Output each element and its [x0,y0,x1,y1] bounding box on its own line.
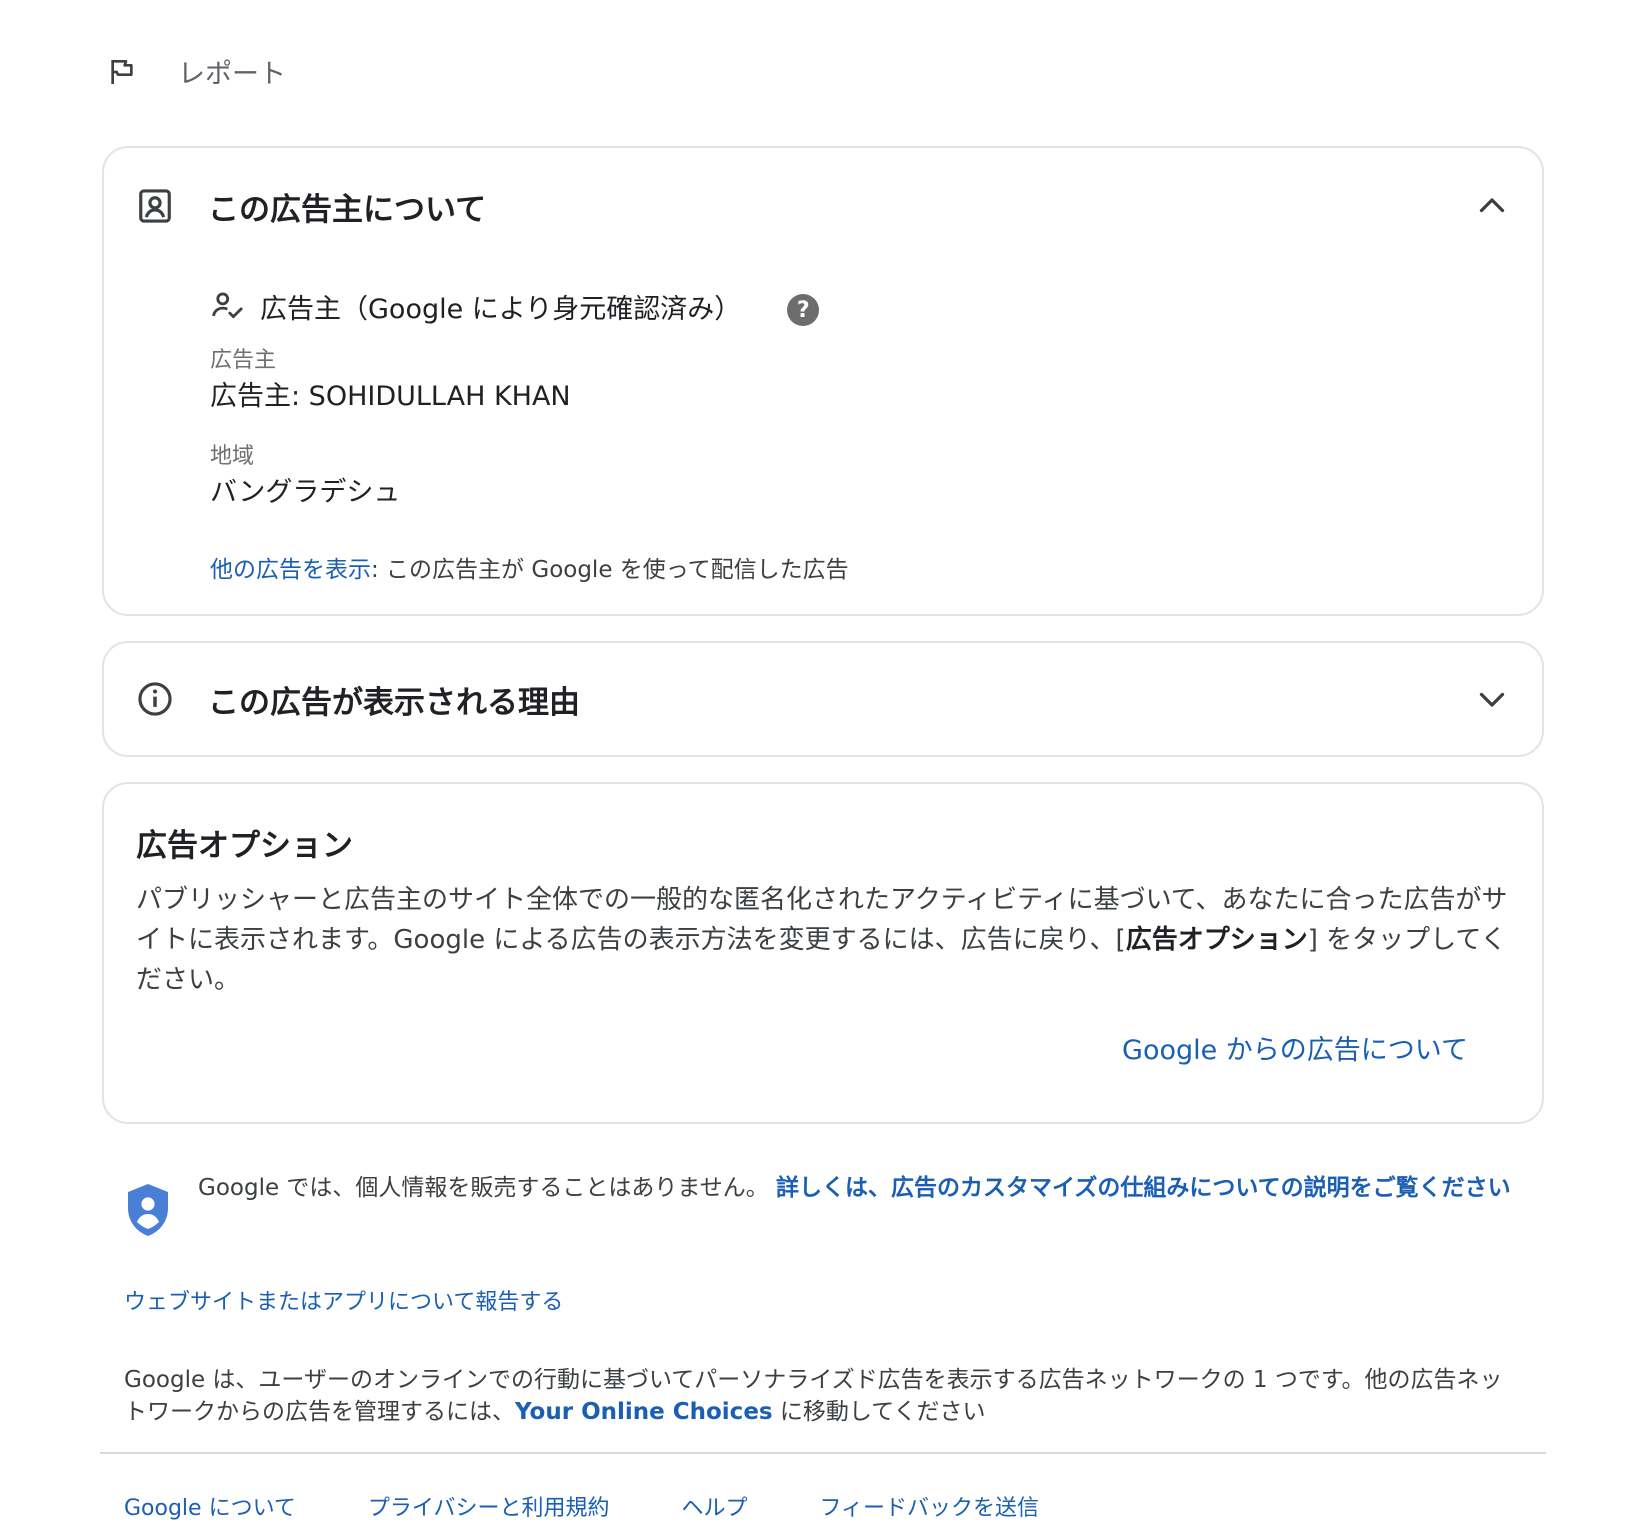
person-check-icon [212,292,243,319]
advertiser-card-title: この広告主について [208,191,487,228]
more-ads-text: : この広告主が Google を使って配信した広告 [371,557,849,583]
personalized-ads-note: Google は、ユーザーのオンラインでの行動に基づいてパーソナライズド広告を表… [124,1364,1524,1428]
chevron-down-icon[interactable] [1474,681,1510,717]
footer-help-link[interactable]: ヘルプ [681,1490,747,1522]
privacy-learn-more-link[interactable]: 詳しくは、広告のカスタマイズの仕組みについての説明をご覧ください [776,1175,1511,1201]
more-ads-link[interactable]: 他の広告を表示 [210,557,371,583]
ad-options-desc-bold: 広告オプション [1125,925,1308,955]
ad-options-title: 広告オプション [136,828,353,864]
chevron-up-icon[interactable] [1474,188,1510,224]
about-google-ads-link[interactable]: Google からの広告について [1122,1028,1468,1067]
why-card-title: この広告が表示される理由 [208,684,580,721]
verified-row: 広告主（Google により身元確認済み） ? [210,286,820,326]
personalized-text-2: に移動してください [772,1399,986,1425]
footer-links: Google について プライバシーと利用規約 ヘルプ フィードバックを送信 [124,1490,1039,1522]
footer-about-link[interactable]: Google について [124,1490,296,1522]
footer-divider [100,1452,1546,1454]
advertiser-card: この広告主について 広告主（Google により身元確認済み） ? 広告主 広告… [102,146,1544,616]
advertiser-field-value: 広告主: SOHIDULLAH KHAN [210,381,571,412]
region-field-label: 地域 [210,444,255,469]
shield-person-icon [128,1184,168,1236]
ad-options-description: パブリッシャーと広告主のサイト全体での一般的な匿名化されたアクティビティに基づい… [136,880,1516,1000]
region-field-value: バングラデシュ [210,477,401,508]
report-button[interactable]: レポート [106,52,286,91]
why-card-header[interactable]: この広告が表示される理由 [136,669,1510,729]
verified-label: 広告主（Google により身元確認済み） [260,293,742,325]
flag-icon [111,59,133,84]
privacy-notice: Google では、個人情報を販売することはありません。 詳しくは、広告のカスタ… [124,1172,1514,1238]
privacy-text: Google では、個人情報を販売することはありません。 詳しくは、広告のカスタ… [198,1172,1511,1204]
advertiser-card-header[interactable]: この広告主について [136,176,1510,236]
contact-page-icon [139,189,171,223]
your-online-choices-link[interactable]: Your Online Choices [515,1399,773,1425]
footer-privacy-link[interactable]: プライバシーと利用規約 [368,1490,610,1522]
more-ads-row: 他の広告を表示: この広告主が Google を使って配信した広告 [210,550,849,584]
why-this-ad-card[interactable]: この広告が表示される理由 [102,641,1544,757]
ad-options-card: 広告オプション パブリッシャーと広告主のサイト全体での一般的な匿名化されたアクテ… [102,782,1544,1124]
advertiser-field-label: 広告主 [210,348,277,373]
report-label: レポート [178,59,286,90]
help-icon[interactable]: ? [787,294,820,326]
footer-feedback-link[interactable]: フィードバックを送信 [820,1490,1040,1522]
privacy-statement: Google では、個人情報を販売することはありません。 [198,1175,769,1201]
info-icon [138,682,172,716]
report-site-link[interactable]: ウェブサイトまたはアプリについて報告する [124,1284,563,1316]
